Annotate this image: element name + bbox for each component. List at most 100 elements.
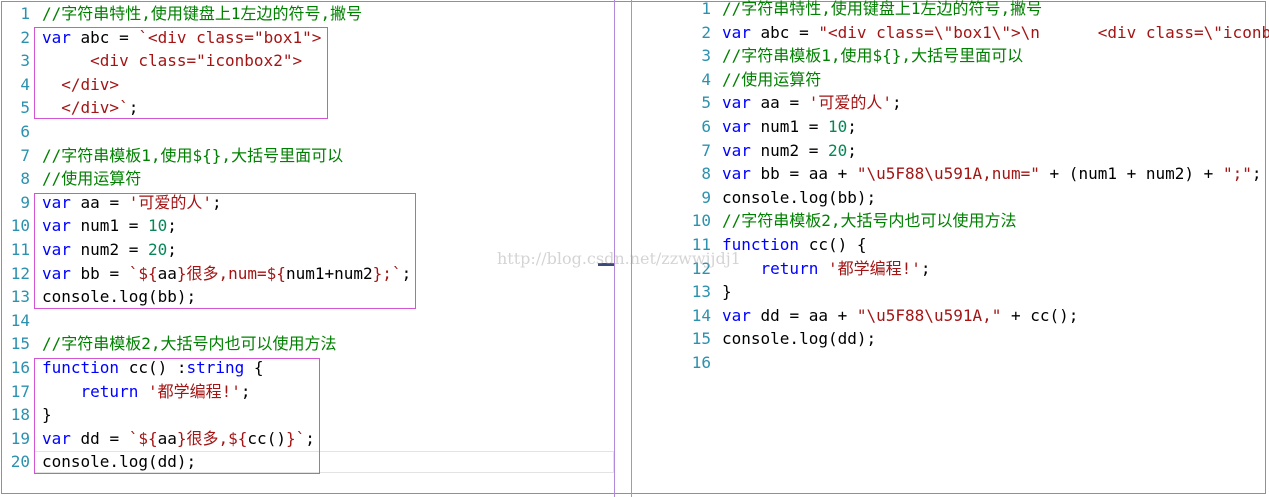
line-number: 3	[20, 51, 30, 71]
code-line[interactable]: 4 //使用运算符	[633, 68, 1269, 92]
code-line[interactable]: 1 //字符串特性,使用键盘上1左边的符号,撇号	[633, 0, 1269, 21]
line-number: 2	[701, 22, 711, 42]
code-line[interactable]: 5 var aa = '可爱的人';	[633, 91, 1269, 115]
line-number: 14	[691, 305, 711, 325]
code-line[interactable]: 15 //字符串模板2,大括号内也可以使用方法	[0, 332, 614, 356]
code-text: return '都学编程!';	[722, 257, 931, 281]
line-number: 7	[20, 145, 30, 165]
code-token-kw: var	[722, 22, 751, 42]
code-token-str: '可爱的人'	[808, 93, 892, 113]
line-number: 8	[701, 164, 711, 184]
code-token-str: "<div class=\"box1\">\n <div class=\"ico…	[818, 22, 1269, 42]
code-line[interactable]: 2 var abc = "<div class=\"box1\">\n <div …	[633, 21, 1269, 45]
code-token-kw: var	[722, 93, 751, 113]
code-token-str: ";"	[1222, 164, 1252, 184]
code-line[interactable]: 6 var num1 = 10;	[633, 115, 1269, 139]
line-number: 5	[701, 93, 711, 113]
code-token-str: "\u5F88\u591A,"	[856, 305, 1002, 325]
code-text: //字符串特性,使用键盘上1左边的符号,撇号	[722, 0, 1042, 21]
code-text: var dd = aa + "\u5F88\u591A," + cc();	[722, 304, 1078, 328]
code-token-plain: + (num1 + num2) +	[1039, 164, 1223, 184]
code-token-plain: ;	[847, 117, 857, 136]
code-text: var abc = "<div class=\"box1\">\n <div c…	[722, 21, 1269, 45]
line-number: 10	[10, 216, 30, 236]
line-number: 13	[10, 287, 30, 307]
code-text: function cc() {	[722, 233, 867, 257]
line-number: 15	[10, 334, 30, 354]
line-number: 9	[20, 192, 30, 212]
code-line[interactable]: 1 //字符串特性,使用键盘上1左边的符号,撇号	[0, 2, 614, 26]
code-token-num: 10	[827, 117, 848, 136]
code-token-plain: console.log(bb);	[722, 187, 877, 207]
code-line[interactable]: 16	[633, 351, 1269, 375]
line-number: 20	[10, 452, 30, 472]
line-number: 10	[691, 211, 711, 231]
line-number: 4	[20, 74, 30, 94]
line-number: 3	[701, 46, 711, 66]
code-token-plain: }	[722, 282, 732, 302]
code-token-plain: bb = aa +	[750, 164, 857, 184]
code-token-kw: var	[722, 140, 751, 160]
code-text: //使用运算符	[42, 167, 141, 191]
code-text: var num2 = 20;	[722, 139, 857, 163]
highlight-box-template-function	[34, 358, 320, 474]
code-token-plain: + cc();	[1001, 305, 1079, 325]
code-token-plain: num1 =	[750, 117, 828, 136]
code-token-plain: console.log(dd);	[722, 329, 877, 349]
code-text: //字符串模板2,大括号内也可以使用方法	[722, 209, 1017, 233]
code-text: //字符串模板2,大括号内也可以使用方法	[42, 332, 337, 356]
code-token-com: //字符串模板2,大括号内也可以使用方法	[722, 211, 1017, 231]
code-token-kw: var	[722, 164, 751, 184]
code-line[interactable]: 7 var num2 = 20;	[633, 139, 1269, 163]
code-line[interactable]: 7 //字符串模板1,使用${},大括号里面可以	[0, 144, 614, 168]
code-line[interactable]: 8 //使用运算符	[0, 167, 614, 191]
code-line[interactable]: 13}	[633, 280, 1269, 304]
line-number: 14	[10, 310, 30, 330]
line-number: 13	[691, 282, 711, 302]
code-token-plain: ;	[891, 93, 902, 113]
code-line[interactable]: 14	[0, 309, 614, 333]
line-number: 1	[20, 4, 30, 23]
code-line[interactable]: 8 var bb = aa + "\u5F88\u591A,num=" + (nu…	[633, 162, 1269, 186]
code-token-plain: cc() {	[799, 235, 867, 254]
code-line[interactable]: 14 var dd = aa + "\u5F88\u591A," + cc();	[633, 304, 1269, 328]
code-line[interactable]: 3 //字符串模板1,使用${},大括号里面可以	[633, 44, 1269, 68]
code-text: //字符串特性,使用键盘上1左边的符号,撇号	[42, 2, 362, 26]
line-number: 15	[691, 329, 711, 349]
code-token-com: //字符串模板1,使用${},大括号里面可以	[722, 46, 1024, 66]
code-line[interactable]: 6	[0, 120, 614, 144]
code-token-com: //使用运算符	[722, 69, 822, 89]
line-number: 5	[20, 98, 30, 118]
code-token-str: "\u5F88\u591A,num="	[856, 164, 1040, 184]
code-text: //使用运算符	[722, 68, 821, 92]
line-number: 18	[10, 405, 30, 425]
line-number: 19	[10, 428, 30, 448]
code-token-num: 20	[827, 140, 848, 160]
line-number: 6	[701, 117, 711, 136]
watermark-text: http://blog.csdn.net/zzwwjjdj1	[497, 249, 741, 268]
code-token-kw: var	[722, 305, 751, 325]
line-number: 1	[701, 0, 711, 18]
line-number: 9	[701, 187, 711, 207]
code-token-plain: num2 =	[750, 140, 828, 160]
highlight-box-template-string	[34, 27, 328, 119]
code-token-com: //字符串特性,使用键盘上1左边的符号,撇号	[722, 0, 1043, 18]
code-token-com: //字符串特性,使用键盘上1左边的符号,撇号	[42, 4, 363, 23]
code-token-plain: dd = aa +	[750, 305, 857, 325]
highlight-box-template-expression	[34, 193, 416, 309]
code-line[interactable]: 15 console.log(dd);	[633, 327, 1269, 351]
line-number: 7	[701, 140, 711, 160]
code-text: var aa = '可爱的人';	[722, 91, 902, 115]
code-text: }	[722, 280, 732, 304]
code-text: //字符串模板1,使用${},大括号里面可以	[42, 144, 343, 168]
line-number: 12	[10, 263, 30, 283]
code-line[interactable]: 9 console.log(bb);	[633, 186, 1269, 210]
line-number: 4	[701, 69, 711, 89]
line-number: 11	[10, 240, 30, 259]
code-text: console.log(bb);	[722, 186, 876, 210]
code-line[interactable]: 10 //字符串模板2,大括号内也可以使用方法	[633, 209, 1269, 233]
code-token-kw: return	[760, 258, 819, 278]
code-token-plain: abc =	[750, 22, 819, 42]
line-number: 16	[10, 358, 30, 377]
